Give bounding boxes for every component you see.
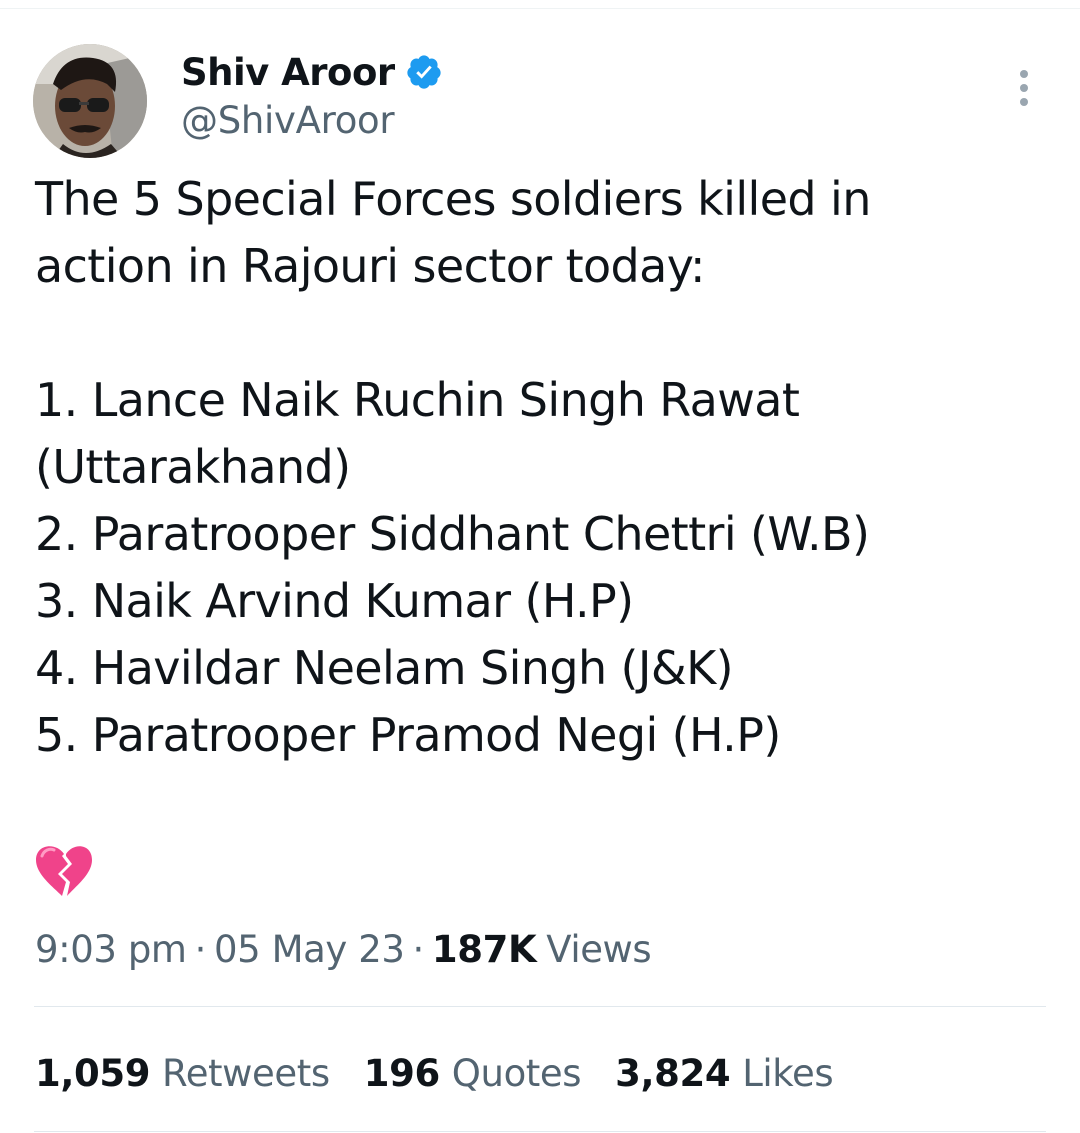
quotes-label: Quotes [451,1051,582,1095]
tweet-text: The 5 Special Forces soldiers killed in … [35,166,1045,769]
tweet-line [35,300,1045,367]
avatar[interactable] [33,44,147,158]
tweet-line: 5. Paratrooper Pramod Negi (H.P) [35,708,781,762]
broken-heart-icon [36,846,92,896]
divider [34,1131,1046,1132]
verified-badge-icon [407,55,441,89]
likes-stat[interactable]: 3,824 Likes [615,1052,833,1095]
divider [34,1006,1046,1007]
top-border [0,8,1080,9]
tweet-line: 3. Naik Arvind Kumar (H.P) [35,574,634,628]
more-dot [1020,70,1028,78]
tweet-date[interactable]: 05 May 23 [214,928,405,971]
more-dot [1020,84,1028,92]
author-name-row: Shiv Aroor [181,48,443,96]
tweet-line: 2. Paratrooper Siddhant Chettri (W.B) [35,507,870,561]
retweets-label: Retweets [162,1051,330,1095]
quotes-stat[interactable]: 196 Quotes [363,1051,582,1095]
tweet-line: 4. Havildar Neelam Singh (J&K) [35,641,734,695]
more-dot [1020,98,1028,106]
author-handle[interactable]: @ShivAroor [181,99,395,142]
retweets-count: 1,059 [35,1051,151,1095]
more-options-icon[interactable] [1004,66,1044,110]
tweet-line: (Uttarakhand) [35,440,351,494]
separator-dot: · [412,927,425,971]
display-name[interactable]: Shiv Aroor [181,51,395,94]
tweet-line: The 5 Special Forces soldiers killed in [35,172,871,226]
views-count[interactable]: 187K [432,928,537,971]
tweet-line: action in Rajouri sector today: [35,239,706,293]
tweet-line: 1. Lance Naik Ruchin Singh Rawat [35,373,800,427]
quotes-count: 196 [363,1051,440,1095]
retweets-stat[interactable]: 1,059 Retweets [35,1052,330,1095]
tweet-time[interactable]: 9:03 pm [35,928,187,971]
likes-label: Likes [742,1051,834,1095]
separator-dot: · [194,927,207,971]
engagement-stats: 1,059 Retweets 196 Quotes 3,824 Likes [35,1046,867,1100]
views-label[interactable]: Views [546,928,651,971]
likes-count: 3,824 [615,1051,731,1095]
tweet-meta: 9:03 pm · 05 May 23 · 187K Views [35,922,652,976]
